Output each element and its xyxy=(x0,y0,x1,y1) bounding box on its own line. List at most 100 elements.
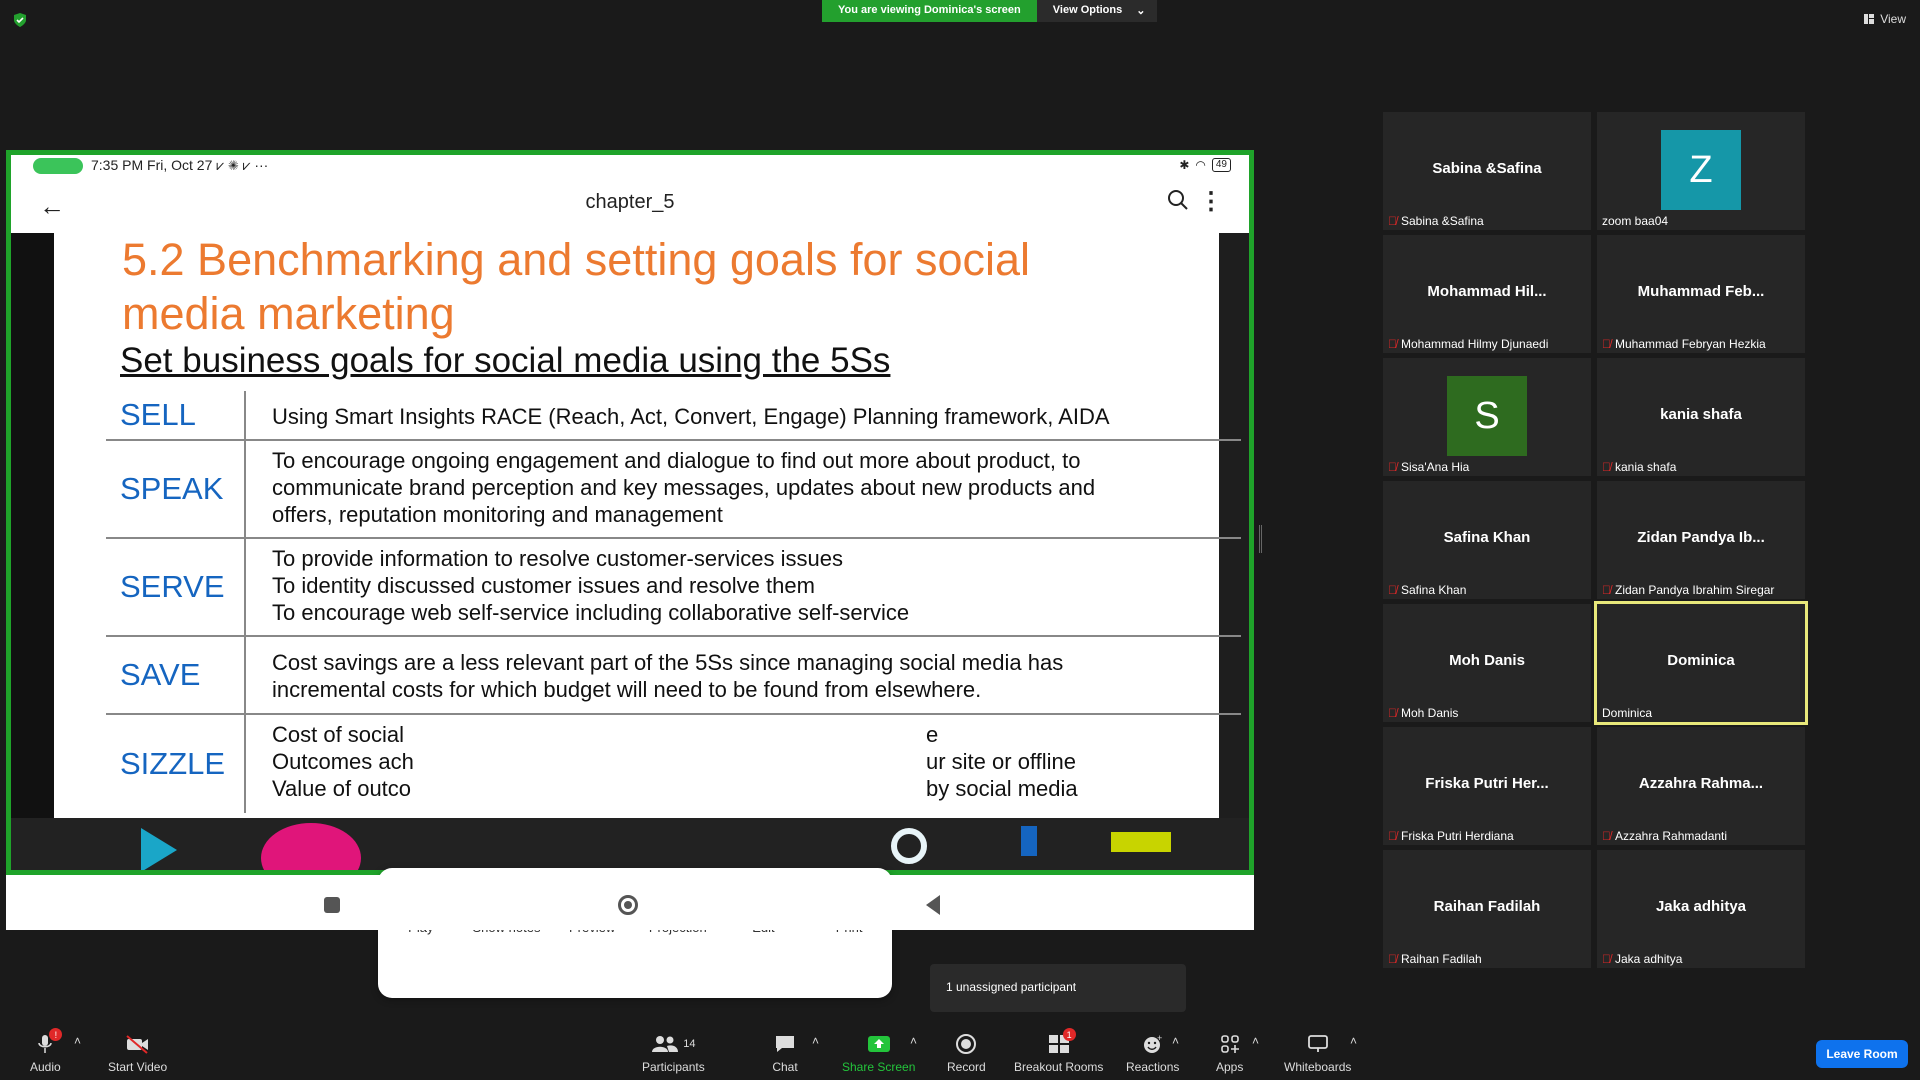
participant-tile[interactable]: Zidan Pandya Ib... 🎙̸ Zidan Pandya Ibrahi… xyxy=(1597,481,1805,599)
chat-options-caret[interactable]: ˄ xyxy=(812,1034,819,1048)
table-row: SAVE Cost savings are a less relevant pa… xyxy=(106,637,1241,715)
participants-button[interactable]: 14 Participants xyxy=(642,1032,705,1074)
participant-tile[interactable]: Jaka adhitya 🎙̸ Jaka adhitya xyxy=(1597,850,1805,968)
participant-tile[interactable]: Muhammad Feb... 🎙̸ Muhammad Febryan Hezki… xyxy=(1597,235,1805,353)
apps-icon xyxy=(1220,1035,1239,1053)
participant-display-name: Azzahra Rahma... xyxy=(1638,775,1764,792)
view-label: View xyxy=(1880,12,1906,26)
participant-display-name: Safina Khan xyxy=(1443,529,1531,546)
whiteboards-options-caret[interactable]: ˄ xyxy=(1350,1034,1357,1048)
device-status-bar: 7:35 PM Fri, Oct 27 ⩗ ✺ ⩗ ··· ✱ ◠ 49 xyxy=(11,155,1249,177)
presentation-slide[interactable]: 5.2 Benchmarking and setting goals for s… xyxy=(11,233,1249,870)
screen-share-banner: You are viewing Dominica's screen View O… xyxy=(822,0,1158,22)
participant-label: zoom baa04 xyxy=(1602,214,1669,228)
row-key: SPEAK xyxy=(106,441,246,537)
participants-icon xyxy=(652,1036,679,1052)
breakout-rooms-button[interactable]: 1 Breakout Rooms xyxy=(1014,1028,1103,1074)
row-value: Using Smart Insights RACE (Reach, Act, C… xyxy=(272,404,1110,429)
row-value: To encourage ongoing engagement and dial… xyxy=(272,448,1096,527)
participant-display-name: kania shafa xyxy=(1660,406,1742,423)
mic-muted-icon: 🎙̸ xyxy=(1602,952,1611,966)
more-options-icon[interactable]: ⋮ xyxy=(1199,187,1223,216)
shared-screen-content: 7:35 PM Fri, Oct 27 ⩗ ✺ ⩗ ··· ✱ ◠ 49 ← cha… xyxy=(6,150,1254,875)
breakout-badge: 1 xyxy=(1062,1028,1076,1041)
whiteboards-button[interactable]: Whiteboards xyxy=(1284,1032,1351,1074)
audio-options-caret[interactable]: ˄ xyxy=(74,1034,81,1048)
chevron-up-icon: ˄ xyxy=(812,1034,820,1048)
participant-display-name: Dominica xyxy=(1667,652,1735,669)
participant-display-name: Sabina &Safina xyxy=(1432,160,1542,177)
participant-display-name: Raihan Fadilah xyxy=(1433,898,1541,915)
leave-room-button[interactable]: Leave Room xyxy=(1816,1040,1908,1068)
participant-tile[interactable]: Safina Khan 🎙̸ Safina Khan xyxy=(1383,481,1591,599)
participant-tile[interactable]: S 🎙̸ Sisa'Ana Hia xyxy=(1383,358,1591,476)
unassigned-participant-tooltip[interactable]: 1 unassigned participant xyxy=(930,964,1186,1012)
chevron-up-icon: ˄ xyxy=(74,1034,82,1048)
view-button[interactable]: View xyxy=(1863,12,1906,26)
chevron-down-icon: ⌄ xyxy=(1136,5,1146,17)
participant-tile[interactable]: Friska Putri Her... 🎙̸ Friska Putri Herdi… xyxy=(1383,727,1591,845)
chevron-up-icon: ˄ xyxy=(910,1034,918,1048)
chevron-up-icon: ˄ xyxy=(1172,1034,1180,1048)
start-video-button[interactable]: Start Video xyxy=(108,1032,167,1074)
record-button[interactable]: Record xyxy=(947,1032,986,1074)
participant-tile[interactable]: kania shafa 🎙̸ kania shafa xyxy=(1597,358,1805,476)
mic-muted-icon: 🎙̸ xyxy=(1388,583,1397,597)
participant-label: 🎙̸ Sabina &Safina xyxy=(1388,214,1484,228)
whiteboard-icon xyxy=(1307,1035,1328,1052)
share-screen-button[interactable]: Share Screen xyxy=(842,1032,915,1074)
mic-muted-icon: 🎙̸ xyxy=(1602,583,1611,597)
participant-tile[interactable]: Mohammad Hil... 🎙̸ Mohammad Hilmy Djunaed… xyxy=(1383,235,1591,353)
reactions-icon: + xyxy=(1143,1033,1162,1053)
participant-label: 🎙̸ Zidan Pandya Ibrahim Siregar xyxy=(1602,583,1775,597)
apps-button[interactable]: Apps xyxy=(1216,1032,1243,1074)
table-row: SIZZLE Cost of social Outcomes ach Value o… xyxy=(106,715,1241,813)
video-off-icon xyxy=(125,1035,148,1054)
bluetooth-icon: ✱ xyxy=(1179,158,1190,172)
mic-muted-icon: 🎙̸ xyxy=(1388,337,1397,351)
participant-label: 🎙̸ Moh Danis xyxy=(1388,706,1459,720)
table-row: SELL Using Smart Insights RACE (Reach, A… xyxy=(106,391,1241,441)
row-value: To provide information to resolve custom… xyxy=(272,546,910,625)
slide-title: 5.2 Benchmarking and setting goals for s… xyxy=(122,234,1031,339)
search-icon[interactable] xyxy=(1167,189,1189,211)
slide-subtitle: Set business goals for social media usin… xyxy=(120,341,891,380)
participant-display-name: Muhammad Feb... xyxy=(1637,283,1765,300)
chevron-up-icon: ˄ xyxy=(1252,1034,1260,1048)
apps-options-caret[interactable]: ˄ xyxy=(1252,1034,1259,1048)
row-key: SAVE xyxy=(106,637,246,713)
participant-label: 🎙̸ Safina Khan xyxy=(1388,583,1467,597)
participant-tile[interactable]: Sabina &Safina 🎙̸ Sabina &Safina xyxy=(1383,112,1591,230)
record-icon xyxy=(956,1034,977,1054)
shared-screen[interactable]: 7:35 PM Fri, Oct 27 ⩗ ✺ ⩗ ··· ✱ ◠ 49 ← cha… xyxy=(6,150,1254,998)
mic-muted-icon: 🎙̸ xyxy=(1602,337,1611,351)
participant-tile-active-speaker[interactable]: Dominica Dominica xyxy=(1594,601,1808,725)
view-options-label: View Options xyxy=(1052,4,1123,16)
table-row: SERVE To provide information to resolve … xyxy=(106,539,1241,637)
share-options-caret[interactable]: ˄ xyxy=(910,1034,917,1048)
participant-tile[interactable]: Azzahra Rahma... 🎙̸ Azzahra Rahmadanti xyxy=(1597,727,1805,845)
row-key: SIZZLE xyxy=(106,715,246,813)
participant-label: 🎙̸ Friska Putri Herdiana xyxy=(1388,829,1514,843)
reactions-options-caret[interactable]: ˄ xyxy=(1172,1034,1179,1048)
avatar: Z xyxy=(1661,130,1741,210)
recent-apps-icon[interactable] xyxy=(324,897,340,913)
mic-muted-icon: 🎙̸ xyxy=(1602,829,1611,843)
participant-label: 🎙̸ Muhammad Febryan Hezkia xyxy=(1602,337,1766,351)
chat-icon xyxy=(776,1036,794,1052)
participant-tile[interactable]: Moh Danis 🎙̸ Moh Danis xyxy=(1383,604,1591,722)
participant-label: 🎙̸ Sisa'Ana Hia xyxy=(1388,460,1470,474)
participant-label: 🎙̸ kania shafa xyxy=(1602,460,1677,474)
participant-tile[interactable]: Raihan Fadilah 🎙̸ Raihan Fadilah xyxy=(1383,850,1591,968)
chat-button[interactable]: Chat xyxy=(772,1032,798,1074)
audio-button[interactable]: ! Audio xyxy=(30,1028,63,1074)
view-options-button[interactable]: View Options ⌄ xyxy=(1036,0,1158,22)
resize-handle[interactable] xyxy=(1259,525,1262,553)
mic-muted-icon: 🎙̸ xyxy=(1388,829,1397,843)
home-icon[interactable] xyxy=(618,895,638,915)
grid-view-icon xyxy=(1864,14,1875,24)
back-icon[interactable] xyxy=(926,895,940,915)
participant-tile[interactable]: Z zoom baa04 xyxy=(1597,112,1805,230)
slide-bottom-decoration xyxy=(11,818,1249,870)
security-shield-icon[interactable] xyxy=(12,12,28,28)
